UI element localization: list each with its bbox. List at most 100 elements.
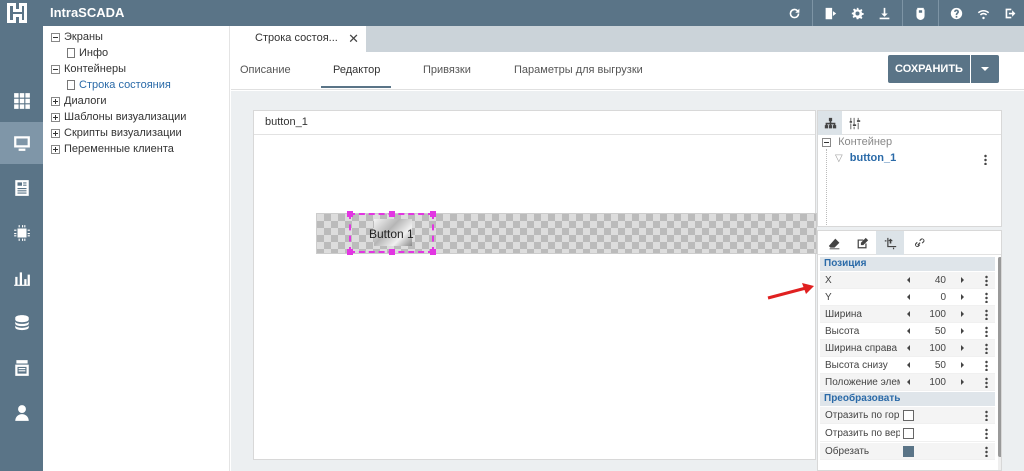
device-icon[interactable] bbox=[907, 0, 934, 26]
wifi-icon[interactable] bbox=[970, 0, 997, 26]
tree-child[interactable]: ▽ button_1 bbox=[835, 152, 896, 164]
properties-scrollbar[interactable] bbox=[998, 257, 1001, 470]
hierarchy-icon[interactable] bbox=[818, 111, 842, 135]
document-tab[interactable]: Строка состоя... ✕ bbox=[231, 26, 366, 52]
tree-item[interactable]: Диалоги bbox=[43, 93, 229, 109]
kebab-menu-icon[interactable] bbox=[985, 410, 988, 421]
property-checkbox[interactable] bbox=[903, 446, 914, 457]
property-value[interactable]: 40 bbox=[916, 275, 946, 286]
element-tree-panel: Контейнер ▽ button_1 bbox=[817, 110, 1002, 227]
property-value[interactable]: 100 bbox=[916, 377, 946, 388]
decrement-icon[interactable] bbox=[907, 311, 910, 317]
kebab-menu-icon[interactable] bbox=[985, 275, 988, 286]
screen-switch-icon[interactable] bbox=[817, 0, 844, 26]
link-icon[interactable] bbox=[904, 231, 932, 255]
rail-screen-icon[interactable] bbox=[0, 122, 43, 164]
kebab-menu-icon[interactable] bbox=[985, 446, 988, 457]
property-label: Положение элем bbox=[825, 377, 900, 388]
resize-handle[interactable] bbox=[347, 211, 353, 217]
resize-handle[interactable] bbox=[430, 211, 436, 217]
property-value[interactable]: 50 bbox=[916, 326, 946, 337]
increment-icon[interactable] bbox=[961, 379, 964, 385]
refresh-icon[interactable] bbox=[781, 0, 808, 26]
editor-subtabs: Описание Редактор Привязки Параметры для… bbox=[231, 52, 1024, 90]
tab-bindings[interactable]: Привязки bbox=[423, 64, 471, 76]
eraser-icon[interactable] bbox=[820, 231, 848, 255]
tab-editor[interactable]: Редактор bbox=[333, 64, 380, 76]
tab-export-params[interactable]: Параметры для выгрузки bbox=[514, 64, 643, 76]
scrollbar-thumb[interactable] bbox=[998, 257, 1001, 457]
rail-chip-icon[interactable] bbox=[0, 212, 43, 254]
edit-icon[interactable] bbox=[848, 231, 876, 255]
increment-icon[interactable] bbox=[961, 345, 964, 351]
tree-item[interactable]: Экраны bbox=[43, 29, 229, 45]
tree-root[interactable]: Контейнер bbox=[822, 136, 892, 148]
kebab-menu-icon[interactable] bbox=[985, 360, 988, 371]
tree-item[interactable]: Шаблоны визуализации bbox=[43, 109, 229, 125]
kebab-menu-icon[interactable] bbox=[985, 428, 988, 439]
kebab-menu-icon[interactable] bbox=[985, 309, 988, 320]
expand-icon[interactable] bbox=[51, 144, 60, 154]
collapse-icon[interactable] bbox=[822, 137, 831, 147]
tree-item[interactable]: Строка состояния bbox=[43, 77, 229, 93]
rail-database-icon[interactable] bbox=[0, 302, 43, 344]
increment-icon[interactable] bbox=[961, 294, 964, 300]
kebab-menu-icon[interactable] bbox=[985, 326, 988, 337]
close-icon[interactable]: ✕ bbox=[348, 31, 359, 47]
rail-dashboard-icon[interactable] bbox=[0, 80, 43, 122]
resize-handle[interactable] bbox=[347, 249, 353, 255]
property-value[interactable]: 100 bbox=[916, 343, 946, 354]
increment-icon[interactable] bbox=[961, 328, 964, 334]
collapse-icon[interactable] bbox=[51, 32, 60, 42]
property-label: X bbox=[825, 275, 832, 286]
sliders-icon[interactable] bbox=[842, 111, 866, 135]
resize-handle[interactable] bbox=[430, 249, 436, 255]
rail-document-icon[interactable] bbox=[0, 167, 43, 209]
decrement-icon[interactable] bbox=[907, 277, 910, 283]
resize-handle[interactable] bbox=[389, 249, 395, 255]
increment-icon[interactable] bbox=[961, 311, 964, 317]
save-button[interactable]: СОХРАНИТЬ bbox=[888, 55, 970, 83]
property-checkbox[interactable] bbox=[903, 410, 914, 421]
expand-icon[interactable] bbox=[51, 96, 60, 106]
tree-item[interactable]: Переменные клиента bbox=[43, 141, 229, 157]
tab-description[interactable]: Описание bbox=[240, 64, 291, 76]
kebab-menu-icon[interactable] bbox=[984, 154, 987, 165]
property-value[interactable]: 0 bbox=[916, 292, 946, 303]
tree-item[interactable]: Инфо bbox=[43, 45, 229, 61]
rail-archive-icon[interactable] bbox=[0, 347, 43, 389]
help-icon[interactable] bbox=[943, 0, 970, 26]
property-row: Ширина 100 bbox=[820, 306, 995, 323]
tree-item[interactable]: Контейнеры bbox=[43, 61, 229, 77]
property-row: Отразить по гор bbox=[820, 407, 995, 424]
position-icon[interactable] bbox=[876, 231, 904, 255]
decrement-icon[interactable] bbox=[907, 345, 910, 351]
kebab-menu-icon[interactable] bbox=[985, 377, 988, 388]
expand-icon[interactable] bbox=[51, 112, 60, 122]
property-value[interactable]: 50 bbox=[916, 360, 946, 371]
logout-icon[interactable] bbox=[997, 0, 1024, 26]
save-dropdown-button[interactable] bbox=[971, 55, 999, 83]
kebab-menu-icon[interactable] bbox=[985, 292, 988, 303]
property-checkbox[interactable] bbox=[903, 428, 914, 439]
resize-handle[interactable] bbox=[389, 211, 395, 217]
decrement-icon[interactable] bbox=[907, 379, 910, 385]
increment-icon[interactable] bbox=[961, 362, 964, 368]
decrement-icon[interactable] bbox=[907, 294, 910, 300]
decrement-icon[interactable] bbox=[907, 362, 910, 368]
property-value[interactable]: 100 bbox=[916, 309, 946, 320]
top-icons bbox=[781, 0, 1024, 26]
rail-chart-icon[interactable] bbox=[0, 257, 43, 299]
expand-icon[interactable] bbox=[51, 128, 60, 138]
rail-user-icon[interactable] bbox=[0, 392, 43, 434]
increment-icon[interactable] bbox=[961, 277, 964, 283]
property-label: Отразить по гор bbox=[825, 410, 900, 421]
kebab-menu-icon[interactable] bbox=[985, 343, 988, 354]
app-logo[interactable] bbox=[3, 1, 41, 25]
selection-box[interactable] bbox=[347, 211, 436, 255]
download-icon[interactable] bbox=[871, 0, 898, 26]
tree-item[interactable]: Скрипты визуализации bbox=[43, 125, 229, 141]
gear-icon[interactable] bbox=[844, 0, 871, 26]
decrement-icon[interactable] bbox=[907, 328, 910, 334]
collapse-icon[interactable] bbox=[51, 64, 60, 74]
